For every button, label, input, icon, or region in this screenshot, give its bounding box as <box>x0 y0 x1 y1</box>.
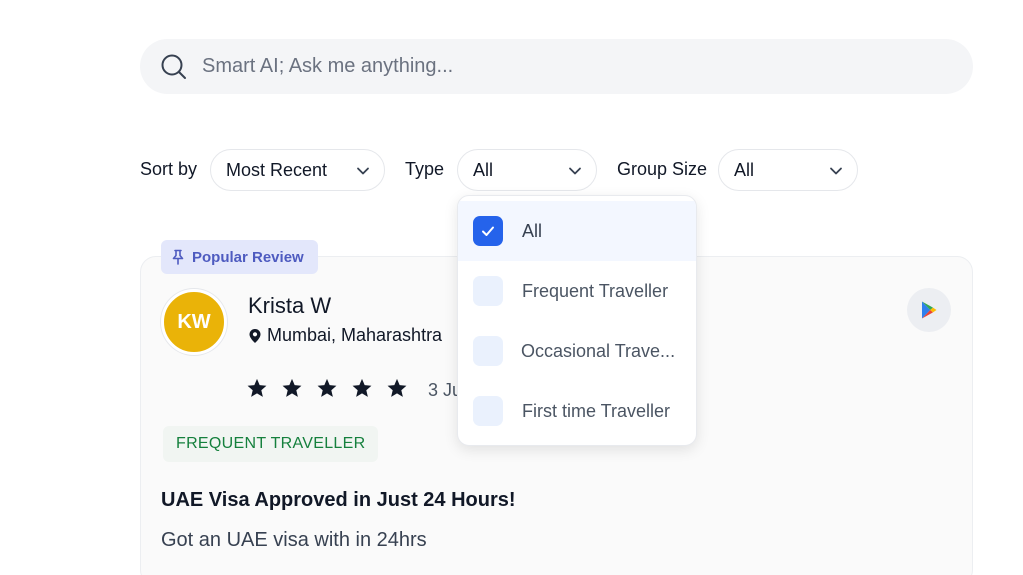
checkbox[interactable] <box>473 396 503 426</box>
traveller-type-tag: FREQUENT TRAVELLER <box>163 426 379 462</box>
google-play-button[interactable] <box>907 288 951 332</box>
group-size-select[interactable]: All <box>718 149 858 191</box>
filter-bar: Sort by Most Recent Type All Group Size … <box>0 149 1023 191</box>
location-pin-icon <box>249 328 261 343</box>
type-label: Type <box>405 159 445 179</box>
group-size-label: Group Size <box>617 159 708 179</box>
chevron-down-icon <box>830 167 842 175</box>
pin-icon <box>172 249 184 265</box>
avatar: KW <box>161 289 227 355</box>
type-option-first-time-traveller[interactable]: First time Traveller <box>458 381 696 441</box>
search-bar[interactable] <box>140 39 973 94</box>
reviewer-location: Mumbai, Maharashtra <box>248 325 442 346</box>
popular-review-badge: Popular Review <box>161 240 318 274</box>
star-icon <box>247 378 267 397</box>
reviewer-name: Krista W <box>248 293 332 318</box>
type-option-frequent-traveller[interactable]: Frequent Traveller <box>458 261 696 321</box>
option-label: All <box>522 220 543 241</box>
sort-select-value: Most Recent <box>226 159 328 180</box>
type-dropdown-menu: All Frequent Traveller Occasional Trave.… <box>457 195 697 446</box>
group-size-select-value: All <box>734 159 755 180</box>
sort-by-label: Sort by <box>140 159 198 179</box>
badge-label: Popular Review <box>192 248 304 266</box>
checkbox-checked[interactable] <box>473 216 503 246</box>
checkbox[interactable] <box>473 276 503 306</box>
star-rating <box>246 377 408 399</box>
star-icon <box>317 378 337 397</box>
review-title: UAE Visa Approved in Just 24 Hours! <box>161 489 516 511</box>
location-text: Mumbai, Maharashtra <box>267 325 443 345</box>
option-label: Frequent Traveller <box>522 280 669 301</box>
search-icon <box>160 53 188 81</box>
option-label: Occasional Trave... <box>521 340 676 361</box>
check-icon <box>482 226 494 236</box>
chevron-down-icon <box>357 167 369 175</box>
checkbox[interactable] <box>473 336 503 366</box>
star-icon <box>352 378 372 397</box>
star-icon <box>282 378 302 397</box>
review-body: Got an UAE visa with in 24hrs <box>161 529 427 551</box>
type-select[interactable]: All <box>457 149 597 191</box>
star-icon <box>387 378 407 397</box>
type-option-all[interactable]: All <box>458 201 696 261</box>
chevron-down-icon <box>569 167 581 175</box>
search-input[interactable] <box>202 51 942 81</box>
type-select-value: All <box>473 159 494 180</box>
option-label: First time Traveller <box>522 400 671 421</box>
sort-select[interactable]: Most Recent <box>210 149 385 191</box>
google-play-icon <box>922 301 937 319</box>
type-option-occasional-traveller[interactable]: Occasional Trave... <box>458 321 696 381</box>
